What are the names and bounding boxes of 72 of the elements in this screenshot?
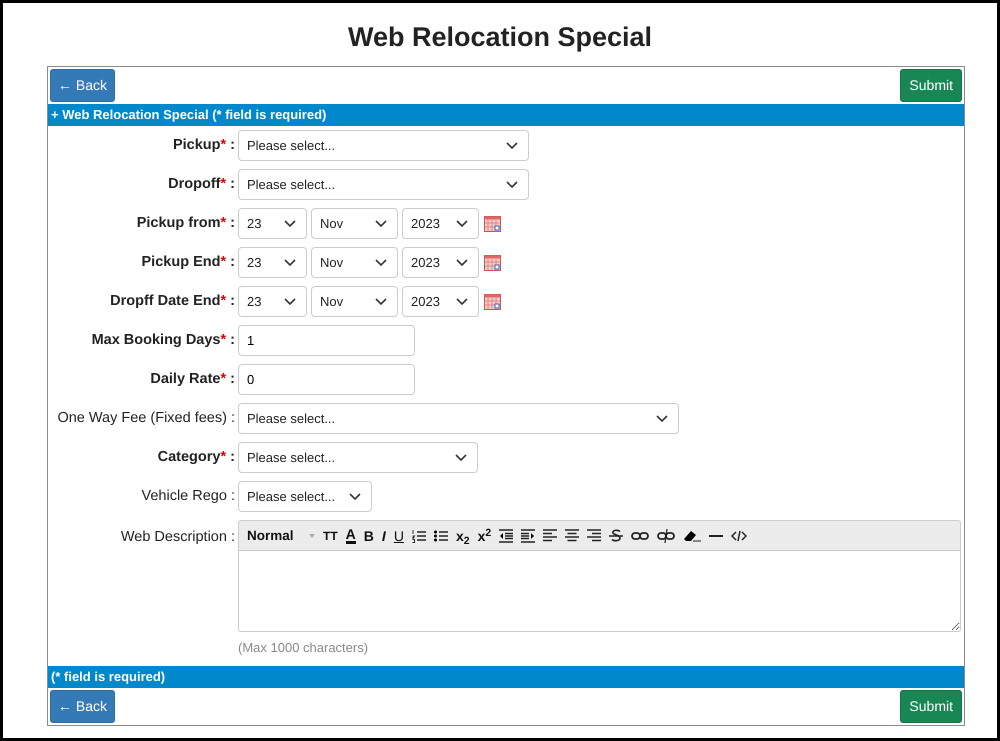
field-label: Pickup* : — [172, 136, 236, 156]
chevron-down-icon — [284, 220, 296, 228]
chevron-down-icon — [349, 492, 361, 501]
month-select[interactable]: Nov — [311, 247, 398, 278]
indent-icon[interactable] — [521, 528, 536, 543]
input-field[interactable]: 1 — [238, 325, 415, 356]
chevron-down-icon — [455, 454, 467, 462]
select-field[interactable]: Please select... — [238, 442, 478, 474]
submit-button[interactable]: Submit — [900, 69, 962, 102]
field-label: One Way Fee (Fixed fees) : — [56, 409, 236, 428]
chevron-down-icon — [656, 414, 668, 423]
select-field[interactable]: Please select... — [238, 169, 529, 200]
subscript-tool[interactable]: x$_{2}$ — [456, 528, 470, 543]
chevron-down-icon — [506, 180, 518, 189]
year-select[interactable]: 2023 — [402, 286, 479, 318]
strikethrough-icon[interactable] — [609, 528, 624, 543]
chevron-down-icon — [456, 298, 468, 306]
day-select[interactable]: 23 — [238, 286, 307, 318]
calendar-icon[interactable] — [484, 294, 501, 310]
caret-icon — [309, 533, 315, 540]
format-dropdown[interactable]: Normal — [247, 529, 315, 543]
year-select[interactable]: 2023 — [402, 247, 479, 278]
font-size-tool[interactable]: TT — [323, 530, 338, 542]
chevron-down-icon — [456, 258, 468, 267]
field-label: Daily Rate* : — [149, 370, 236, 390]
chevron-down-icon — [456, 220, 468, 228]
select-field[interactable]: Please select... — [238, 130, 529, 162]
italic-tool[interactable]: I — [382, 528, 386, 543]
section-header: + Web Relocation Special (* field is required) — [48, 104, 964, 126]
field-label: Category* : — [156, 448, 236, 468]
chevron-down-icon — [375, 298, 387, 306]
month-select[interactable]: Nov — [311, 208, 398, 240]
bold-tool[interactable]: B — [364, 528, 374, 543]
unlink-icon[interactable] — [657, 528, 676, 543]
field-label: Pickup End* : — [140, 253, 236, 272]
field-label: Web Description : — [120, 528, 236, 548]
align-right-icon[interactable] — [587, 528, 602, 543]
year-select[interactable]: 2023 — [402, 208, 479, 240]
back-button[interactable]: ← Back — [50, 690, 116, 723]
day-select[interactable]: 23 — [238, 208, 307, 240]
field-label: Pickup from* : — [136, 214, 236, 234]
chevron-down-icon — [506, 142, 518, 150]
field-label: Dropoff* : — [167, 175, 236, 194]
back-button[interactable]: ← Back — [50, 69, 116, 102]
chevron-down-icon — [284, 258, 296, 267]
eraser-icon[interactable] — [683, 528, 702, 543]
field-label: Max Booking Days* : — [90, 331, 236, 350]
outdent-icon[interactable] — [499, 528, 514, 543]
bullet-list-icon[interactable] — [434, 528, 448, 543]
align-center-icon[interactable] — [565, 528, 580, 543]
page-title: Web Relocation Special — [346, 21, 654, 54]
month-select[interactable]: Nov — [311, 286, 398, 318]
select-field[interactable]: Please select... — [238, 481, 372, 512]
underline-tool[interactable]: U — [394, 528, 404, 543]
chevron-down-icon — [375, 258, 387, 267]
footer-header: (* field is required) — [48, 666, 964, 688]
character-limit-hint: (Max 1000 characters) — [238, 639, 370, 658]
day-select[interactable]: 23 — [238, 247, 307, 278]
code-icon[interactable] — [731, 528, 748, 543]
superscript-tool[interactable]: x$^{2}$ — [478, 528, 492, 543]
submit-button[interactable]: Submit — [900, 690, 962, 723]
chevron-down-icon — [375, 220, 387, 228]
text-color-tool[interactable]: A — [346, 528, 356, 544]
field-label: Vehicle Rego : — [140, 487, 236, 506]
numbered-list-icon[interactable] — [412, 528, 426, 543]
align-left-icon[interactable] — [543, 528, 558, 543]
field-label: Dropff Date End* : — [109, 292, 236, 312]
chevron-down-icon — [284, 298, 296, 306]
select-field[interactable]: Please select... — [238, 403, 679, 434]
calendar-icon[interactable] — [484, 216, 501, 232]
input-field[interactable]: 0 — [238, 364, 415, 396]
calendar-icon[interactable] — [484, 254, 501, 271]
